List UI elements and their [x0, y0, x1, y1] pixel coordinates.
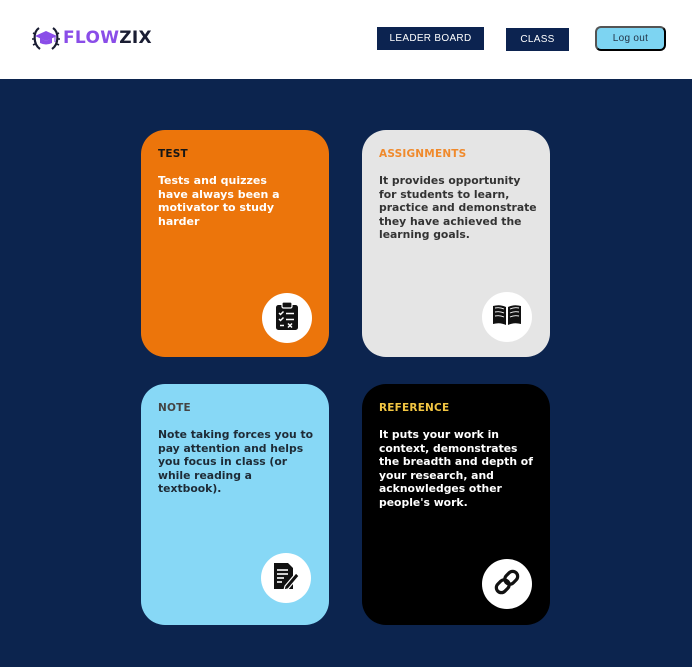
link-icon [492, 567, 522, 601]
test-card-text: Tests and quizzes have always been a mot… [158, 174, 280, 228]
logout-button[interactable]: Log out [595, 26, 666, 51]
reference-card[interactable]: REFERENCE It puts your work in context, … [362, 384, 550, 625]
assignments-card[interactable]: ASSIGNMENTS It provides opportunity for … [362, 130, 550, 357]
logo-text-zix: ZIX [119, 28, 152, 48]
reference-card-title: REFERENCE [379, 402, 450, 414]
leader-board-button[interactable]: LEADER BOARD [377, 27, 484, 50]
note-card-icon-button[interactable] [261, 553, 311, 603]
note-card[interactable]: NOTE Note taking forces you to pay atten… [141, 384, 329, 625]
clipboard-checklist-icon [274, 301, 300, 335]
top-header: FLOWZIX LEADER BOARD CLASS Log out [0, 0, 692, 79]
note-card-title: NOTE [158, 402, 191, 414]
main-content: TEST Tests and quizzes have always been … [0, 79, 692, 667]
assignments-card-text: It provides opportunity for students to … [379, 174, 537, 242]
test-card[interactable]: TEST Tests and quizzes have always been … [141, 130, 329, 357]
document-edit-icon [272, 561, 300, 595]
test-card-title: TEST [158, 148, 188, 160]
test-card-icon-button[interactable] [262, 293, 312, 343]
reference-card-icon-button[interactable] [482, 559, 532, 609]
note-card-text: Note taking forces you to pay attention … [158, 428, 314, 496]
assignments-card-title: ASSIGNMENTS [379, 148, 467, 160]
class-button[interactable]: CLASS [506, 28, 569, 51]
assignments-card-icon-button[interactable] [482, 292, 532, 342]
flowzix-logo[interactable]: FLOWZIX [30, 22, 152, 54]
logo-text-flow: FLOW [63, 28, 120, 48]
reference-card-text: It puts your work in context, demonstrat… [379, 428, 533, 509]
logo-text: FLOWZIX [63, 28, 152, 48]
open-book-icon [492, 303, 522, 331]
graduation-cap-laurel-icon [30, 22, 62, 54]
